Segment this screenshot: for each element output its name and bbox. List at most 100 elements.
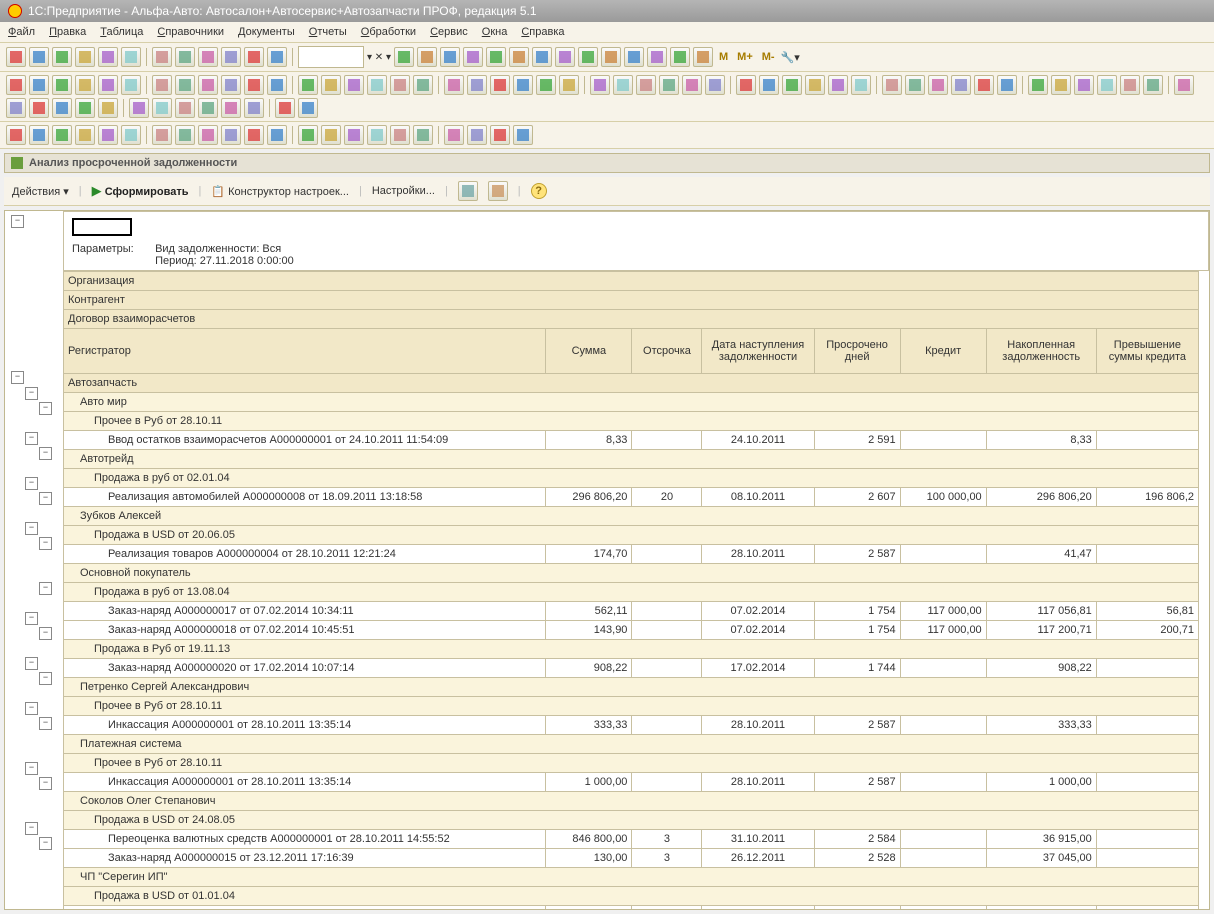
toolbar-button[interactable] <box>344 125 364 145</box>
tree-collapse-node[interactable]: − <box>25 522 38 535</box>
toolbar-button[interactable] <box>267 125 287 145</box>
help-icon[interactable]: ? <box>531 183 547 199</box>
toolbar-button[interactable] <box>121 47 141 67</box>
toolbar-button[interactable] <box>1097 75 1117 95</box>
calc-M-[interactable]: M- <box>759 51 778 63</box>
toolbar-button[interactable] <box>490 75 510 95</box>
toolbar-button[interactable] <box>129 98 149 118</box>
tree-collapse-node[interactable]: − <box>25 432 38 445</box>
toolbar-button[interactable] <box>647 47 667 67</box>
toolbar-button[interactable] <box>578 47 598 67</box>
toolbar-button[interactable] <box>367 125 387 145</box>
toolbar-button[interactable] <box>75 125 95 145</box>
table-row[interactable]: Продажа в руб от 02.01.04 <box>64 469 1199 488</box>
toolbar-button[interactable] <box>613 75 633 95</box>
toolbar-button[interactable] <box>444 125 464 145</box>
toolbar-button[interactable] <box>52 98 72 118</box>
toolbar-button[interactable] <box>244 125 264 145</box>
table-row[interactable]: Зубков Алексей <box>64 507 1199 526</box>
table-row[interactable]: Инкассация А000000001 от 28.10.2011 13:3… <box>64 773 1199 792</box>
action-icon-2[interactable] <box>488 181 508 201</box>
toolbar-button[interactable] <box>244 75 264 95</box>
toolbar-button[interactable] <box>682 75 702 95</box>
constructor-button[interactable]: 📋 Конструктор настроек... <box>211 185 349 198</box>
toolbar-button[interactable] <box>509 47 529 67</box>
toolbar-button[interactable] <box>175 125 195 145</box>
toolbar-button[interactable] <box>440 47 460 67</box>
toolbar-button[interactable] <box>1051 75 1071 95</box>
toolbar-button[interactable] <box>532 47 552 67</box>
table-row[interactable]: Ввод остатков взаиморасчетов А000000001 … <box>64 431 1199 450</box>
toolbar-button[interactable] <box>367 75 387 95</box>
toolbar-button[interactable] <box>705 75 725 95</box>
tree-collapse-node[interactable]: − <box>39 402 52 415</box>
toolbar-button[interactable] <box>98 47 118 67</box>
toolbar-button[interactable] <box>52 125 72 145</box>
tree-collapse-node[interactable]: − <box>39 672 52 685</box>
form-button[interactable]: ▶ Сформировать <box>92 183 189 199</box>
table-row[interactable]: Авто мир <box>64 393 1199 412</box>
wrench-icon[interactable]: 🔧▾ <box>781 51 800 64</box>
toolbar-button[interactable] <box>175 98 195 118</box>
toolbar-button[interactable] <box>513 125 533 145</box>
tree-collapse-node[interactable]: − <box>25 822 38 835</box>
tree-collapse-node[interactable]: − <box>25 387 38 400</box>
toolbar-button[interactable] <box>467 125 487 145</box>
table-row[interactable]: ЧП "Серегин ИП" <box>64 868 1199 887</box>
actions-menu[interactable]: Действия ▾ <box>12 185 69 198</box>
table-row[interactable]: Продажа в руб от 13.08.04 <box>64 583 1199 602</box>
menu-справочники[interactable]: Справочники <box>157 26 224 38</box>
toolbar-button[interactable] <box>636 75 656 95</box>
toolbar-button[interactable] <box>52 47 72 67</box>
toolbar-button[interactable] <box>121 125 141 145</box>
toolbar-button[interactable] <box>152 125 172 145</box>
toolbar-button[interactable] <box>1028 75 1048 95</box>
table-row[interactable]: Автозапчасть <box>64 374 1199 393</box>
toolbar-button[interactable] <box>152 98 172 118</box>
toolbar-button[interactable] <box>175 47 195 67</box>
toolbar-button[interactable] <box>467 75 487 95</box>
toolbar-button[interactable] <box>298 98 318 118</box>
toolbar-button[interactable] <box>805 75 825 95</box>
toolbar-button[interactable] <box>490 125 510 145</box>
calc-M+[interactable]: M+ <box>734 51 756 63</box>
settings-button[interactable]: Настройки... <box>372 185 435 197</box>
tree-collapse-node[interactable]: − <box>25 762 38 775</box>
menu-отчеты[interactable]: Отчеты <box>309 26 347 38</box>
toolbar-button[interactable] <box>1174 75 1194 95</box>
table-row[interactable]: Основной покупатель <box>64 564 1199 583</box>
toolbar-button[interactable] <box>121 75 141 95</box>
toolbar-button[interactable] <box>29 47 49 67</box>
toolbar-button[interactable] <box>267 75 287 95</box>
toolbar-button[interactable] <box>1143 75 1163 95</box>
toolbar-button[interactable] <box>175 75 195 95</box>
toolbar-button[interactable] <box>1120 75 1140 95</box>
table-row[interactable]: Заказ-наряд А000000020 от 17.02.2014 10:… <box>64 659 1199 678</box>
tree-collapse-node[interactable]: − <box>39 717 52 730</box>
table-row[interactable]: Прочее в Руб от 28.10.11 <box>64 697 1199 716</box>
toolbar-button[interactable] <box>152 47 172 67</box>
toolbar-button[interactable] <box>951 75 971 95</box>
menu-правка[interactable]: Правка <box>49 26 86 38</box>
toolbar-button[interactable] <box>413 75 433 95</box>
menu-сервис[interactable]: Сервис <box>430 26 468 38</box>
table-row[interactable]: Платежная система <box>64 735 1199 754</box>
table-row[interactable]: Продажа в USD от 20.06.05 <box>64 526 1199 545</box>
toolbar-button[interactable] <box>1074 75 1094 95</box>
tree-collapse-node[interactable]: − <box>11 215 24 228</box>
toolbar-button[interactable] <box>394 47 414 67</box>
toolbar-button[interactable] <box>905 75 925 95</box>
toolbar-button[interactable] <box>555 47 575 67</box>
tree-collapse-node[interactable]: − <box>25 477 38 490</box>
tree-collapse-node[interactable]: − <box>39 777 52 790</box>
toolbar-button[interactable] <box>75 47 95 67</box>
toolbar-button[interactable] <box>851 75 871 95</box>
toolbar-button[interactable] <box>221 125 241 145</box>
toolbar-button[interactable] <box>590 75 610 95</box>
tree-collapse-node[interactable]: − <box>25 657 38 670</box>
toolbar-button[interactable] <box>244 47 264 67</box>
toolbar-button[interactable] <box>624 47 644 67</box>
table-row[interactable]: Прочее в Руб от 28.10.11 <box>64 754 1199 773</box>
tree-collapse-node[interactable]: − <box>25 702 38 715</box>
table-row[interactable]: Реализация товаров А000000004 от 28.10.2… <box>64 545 1199 564</box>
